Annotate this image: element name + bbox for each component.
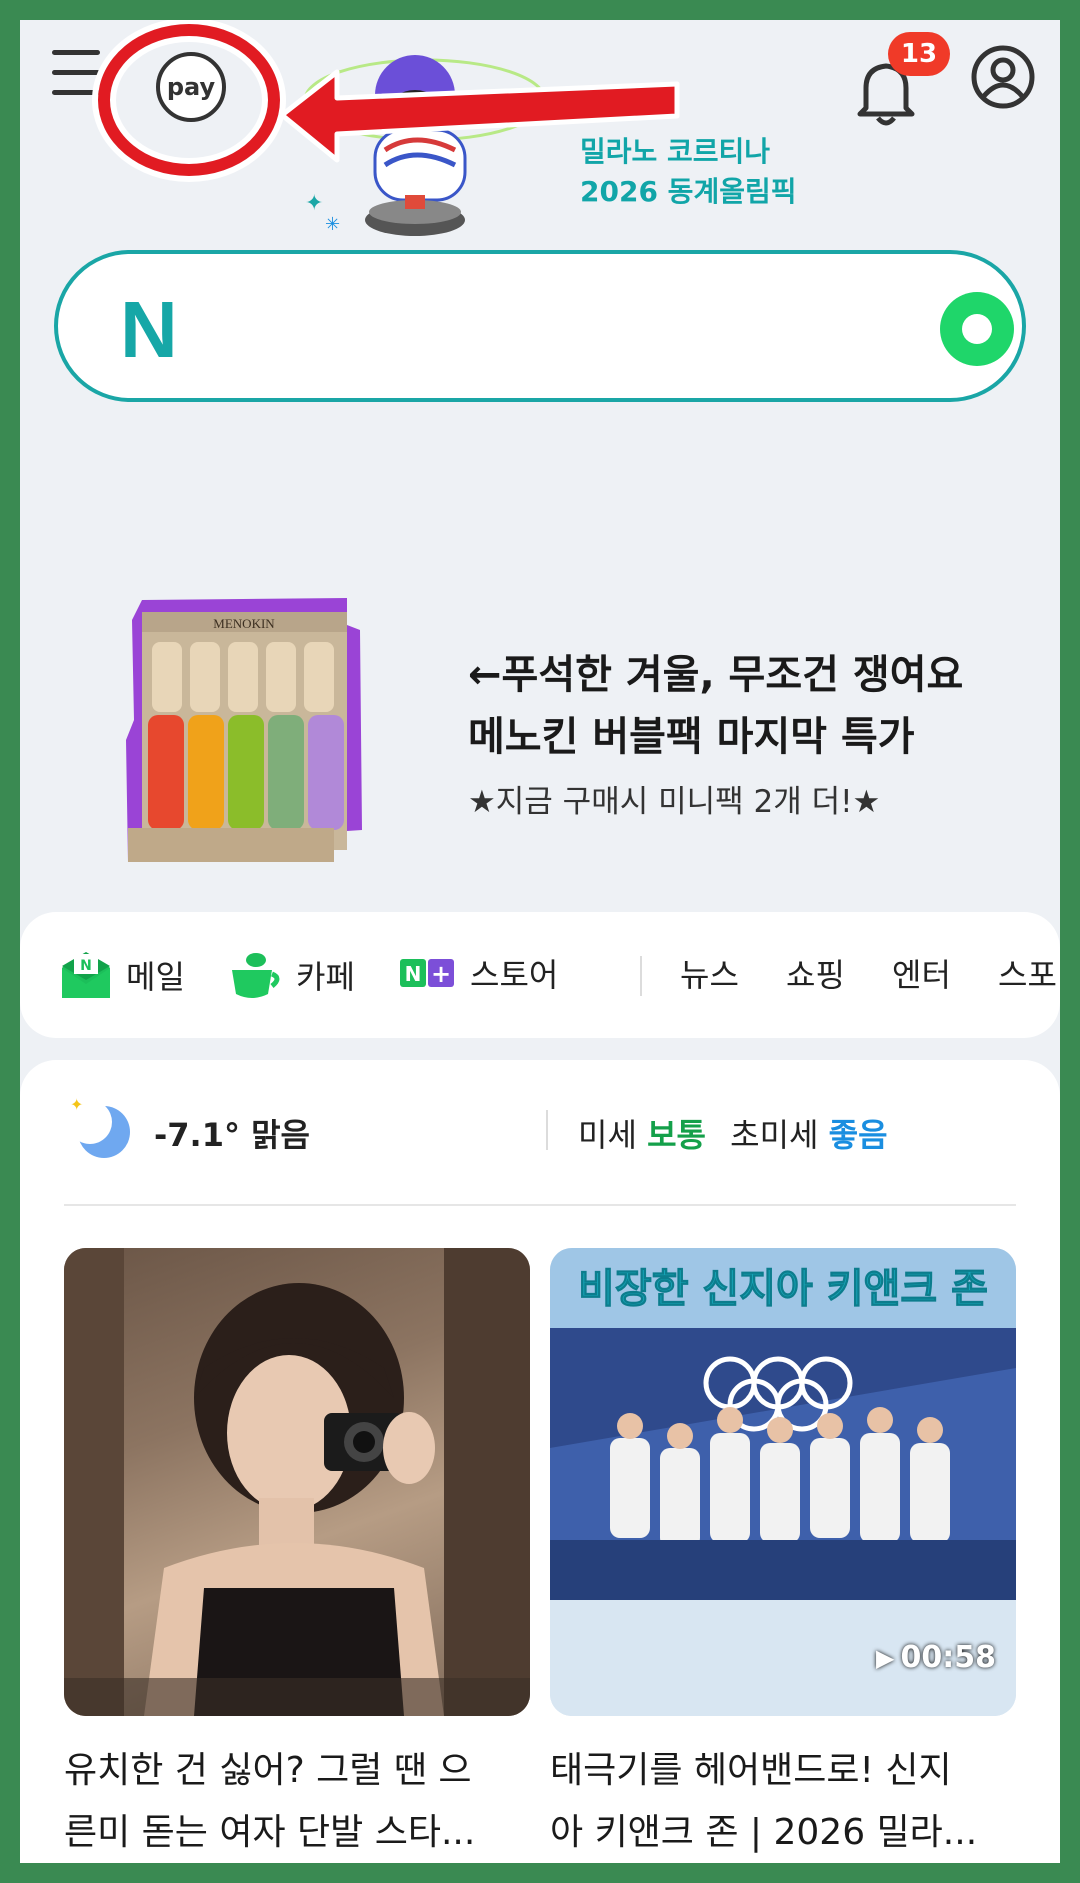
shortcut-mail-label: 메일	[126, 958, 185, 996]
annotation-highlight-circle	[98, 24, 280, 176]
video-duration: 00:58	[900, 1640, 996, 1675]
shortcut-divider	[640, 956, 642, 996]
svg-text:✦: ✦	[70, 1095, 83, 1114]
video-banner-title: 비장한 신지아 키앤크 존	[578, 1266, 989, 1313]
shortcut-enter[interactable]: 엔터	[892, 950, 951, 996]
feed-thumbnail-olympic-video[interactable]: 비장한 신지아 키앤크 존 ▶ 00:58	[550, 1248, 1016, 1716]
weather-divider	[546, 1110, 548, 1150]
olympic-line1: 밀라노 코르티나	[580, 135, 771, 168]
svg-text:N: N	[80, 958, 92, 974]
olympic-promo-text[interactable]: 밀라노 코르티나 2026 동계올림픽	[580, 132, 796, 212]
caption-line: 아 키앤크 존 | 2026 밀라...	[550, 1812, 978, 1853]
play-icon: ▶	[876, 1643, 895, 1672]
mail-icon: N	[62, 952, 110, 998]
shortcut-sports-label: 스포	[998, 956, 1057, 994]
notification-count-badge: 13	[888, 32, 950, 76]
hamburger-menu-icon[interactable]	[52, 50, 102, 96]
product-brand-text: MENOKIN	[213, 616, 275, 631]
profile-icon[interactable]	[970, 44, 1036, 110]
video-duration-badge: ▶ 00:58	[876, 1640, 996, 1675]
shortcut-news[interactable]: 뉴스	[680, 950, 739, 996]
shortcut-store-label: 스토어	[470, 956, 559, 994]
shortcut-cafe-label: 카페	[296, 958, 355, 996]
ultra-dust-label: 초미세	[730, 1116, 819, 1154]
store-nplus-icon: N +	[400, 959, 454, 988]
hairstyle-photo-image	[64, 1248, 530, 1716]
shortcut-sports[interactable]: 스포	[998, 950, 1057, 996]
shortcut-shopping[interactable]: 쇼핑	[786, 950, 845, 996]
ad-headline-line1[interactable]: ←푸석한 겨울, 무조건 쟁여요	[468, 642, 963, 700]
shortcut-mail[interactable]: N 메일	[60, 950, 185, 1000]
ultra-dust-value: 좋음	[828, 1116, 888, 1154]
naver-logo-icon: N	[120, 285, 178, 374]
olympic-line2: 2026 동계올림픽	[580, 175, 797, 208]
fine-dust-value: 보통	[647, 1116, 706, 1154]
dust-info: 미세 보통 초미세 좋음	[578, 1110, 888, 1156]
menokin-product-image[interactable]: MENOKIN	[122, 590, 422, 890]
feed-thumbnail-hairstyle[interactable]	[64, 1248, 530, 1716]
shortcut-news-label: 뉴스	[680, 956, 739, 994]
feed-caption-hairstyle[interactable]: 유치한 건 싫어? 그럴 땐 으 른미 돋는 여자 단발 스타...	[64, 1740, 534, 1863]
temperature-text: -7.1° 맑음	[154, 1116, 310, 1154]
green-dot-search-icon[interactable]	[940, 292, 1014, 366]
cafe-cup-icon	[232, 953, 280, 998]
feed-caption-olympic[interactable]: 태극기를 헤어밴드로! 신지 아 키앤크 존 | 2026 밀라...	[550, 1740, 1020, 1863]
ad-subtext[interactable]: ★지금 구매시 미니팩 2개 더!★	[468, 776, 880, 821]
fine-dust-label: 미세	[578, 1116, 637, 1154]
caption-line: 유치한 건 싫어? 그럴 땐 으	[64, 1750, 472, 1791]
svg-text:N: N	[405, 962, 422, 986]
ad-headline-line2[interactable]: 메노킨 버블팩 마지막 특가	[468, 704, 915, 762]
shortcut-store[interactable]: N + 스토어	[400, 950, 558, 996]
shortcut-enter-label: 엔터	[892, 956, 951, 994]
feed-divider	[64, 1204, 1016, 1206]
svg-text:+: +	[431, 960, 451, 988]
content-feed-card: ✦ -7.1° 맑음 미세 보통 초미세 좋음 비장한 신지아 키앤크 존 ▶ …	[20, 1060, 1060, 1863]
svg-text:✳: ✳	[325, 214, 340, 235]
shortcut-cafe[interactable]: 카페	[226, 950, 355, 1000]
search-bar[interactable]: N	[54, 250, 1026, 402]
caption-line: 태극기를 헤어밴드로! 신지	[550, 1750, 952, 1791]
shortcut-shopping-label: 쇼핑	[786, 956, 845, 994]
caption-line: 른미 돋는 여자 단발 스타...	[64, 1812, 476, 1853]
crescent-moon-icon: ✦	[68, 1095, 130, 1158]
svg-text:✦: ✦	[305, 191, 323, 216]
app-screen: pay ✦ ✳ 밀라노 코르티나 2026 동계올림픽 13 N MENOKIN…	[20, 20, 1060, 1863]
weather-row[interactable]: ✦ -7.1° 맑음 미세 보통 초미세 좋음	[64, 1090, 1024, 1170]
service-shortcut-bar: N 메일 카페 N + 스토어 뉴스 쇼핑 엔터 스포	[20, 912, 1060, 1038]
